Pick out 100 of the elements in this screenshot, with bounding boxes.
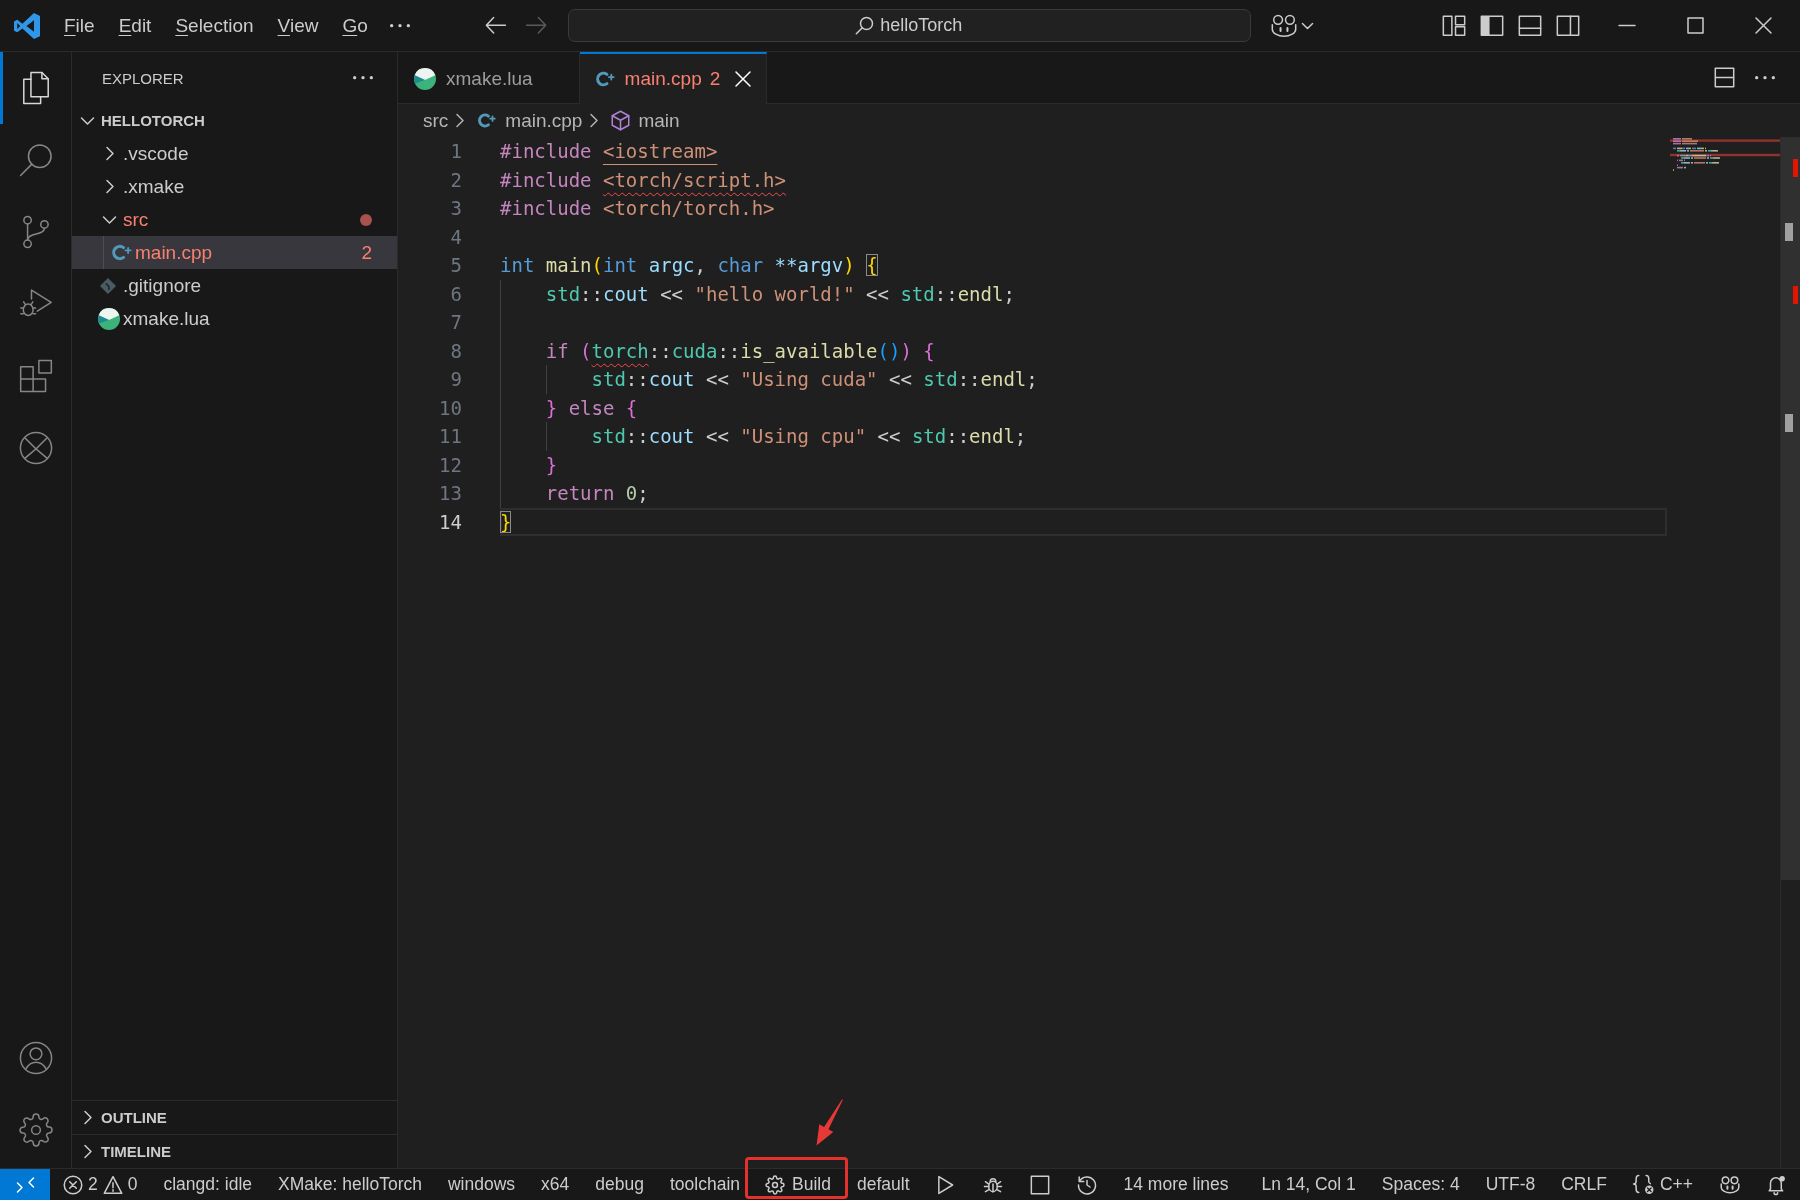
play-icon[interactable]: [937, 1175, 956, 1194]
code-line: if (torch::cuda::is_available()) {: [544, 339, 935, 362]
tree-item[interactable]: xmake.lua: [72, 302, 397, 335]
more-icon[interactable]: [389, 23, 410, 28]
bracket-match-marker: [1785, 222, 1793, 241]
warning-icon: [103, 1175, 122, 1194]
breadcrumb-item[interactable]: src: [423, 109, 449, 132]
status-bar-item[interactable]: default: [845, 1169, 922, 1200]
chevron-icon: [456, 114, 465, 127]
scrollbar-thumb[interactable]: [1781, 137, 1800, 880]
code-line: } else {: [544, 396, 638, 419]
c-plus-file-icon: [595, 72, 615, 86]
status-bar-item[interactable]: UTF-8: [1473, 1169, 1548, 1200]
sidebar-left-icon[interactable]: [1481, 15, 1503, 36]
menu-item[interactable]: Edit: [106, 7, 164, 44]
layout-icon[interactable]: [1443, 15, 1465, 36]
line-number: 1: [449, 139, 462, 164]
diamond-file-icon: [100, 277, 116, 294]
chevron-down-icon[interactable]: [1301, 22, 1313, 29]
tree-item[interactable]: .xmake: [72, 170, 397, 203]
status-bar-item[interactable]: x64: [529, 1169, 582, 1200]
status-bar-item[interactable]: CRLF: [1549, 1169, 1619, 1200]
code-line: std::cout << "Using cuda" << std::endl;: [590, 368, 1038, 390]
problem-count: 2: [361, 241, 372, 264]
line-number: 9: [449, 367, 462, 392]
line-number: 11: [438, 424, 462, 449]
status-bar-item[interactable]: 14 more lines: [1111, 1169, 1241, 1200]
line-number: 7: [449, 310, 462, 335]
remote-button[interactable]: [0, 1169, 50, 1200]
history-icon[interactable]: [1078, 1175, 1097, 1194]
section-header[interactable]: OUTLINE: [72, 1101, 397, 1134]
search-icon: [19, 144, 52, 176]
line-number: 8: [449, 338, 462, 364]
status-bar-item[interactable]: toolchain: [658, 1169, 753, 1200]
status-bar-item[interactable]: windows: [436, 1169, 528, 1200]
problems-indicator[interactable]: 2 0: [52, 1169, 150, 1200]
search-icon: [856, 17, 874, 34]
tree-item[interactable]: src: [72, 203, 397, 236]
more-icon[interactable]: [1755, 75, 1775, 80]
code-line: }: [544, 453, 558, 476]
crossed-circle-icon: [19, 432, 52, 464]
status-bar-item[interactable]: Spaces: 4: [1369, 1169, 1472, 1200]
robot-face-icon[interactable]: [1271, 14, 1296, 37]
code-line: }: [500, 510, 512, 533]
code-line: #include <torch/torch.h>: [500, 197, 775, 219]
account-icon[interactable]: [19, 1042, 52, 1074]
minimap-drawing[interactable]: [1670, 137, 1780, 173]
close-icon[interactable]: [1755, 18, 1771, 33]
bracket-match-marker: [1785, 413, 1793, 432]
line-number: 10: [438, 395, 462, 421]
menu-item[interactable]: Go: [330, 7, 380, 44]
code-line: int main(int argc, char **argv) {: [500, 254, 878, 276]
code-line: return 0;: [544, 482, 649, 504]
sidebar-right-icon[interactable]: [1557, 15, 1579, 36]
status-bar-item[interactable]: Ln 14, Col 1: [1249, 1169, 1368, 1200]
menu-item[interactable]: File: [52, 7, 107, 44]
bell-icon[interactable]: [1767, 1175, 1786, 1194]
panel-bottom-icon[interactable]: [1519, 15, 1541, 36]
status-bar-item[interactable]: debug: [583, 1169, 656, 1200]
section-header[interactable]: TIMELINE: [72, 1135, 397, 1168]
line-number: 13: [438, 481, 462, 506]
tree-item[interactable]: .vscode: [72, 137, 397, 170]
menu-item[interactable]: Selection: [163, 7, 266, 44]
build-button[interactable]: Build: [754, 1169, 843, 1200]
line-number: 12: [438, 452, 462, 478]
minimize-icon[interactable]: [1619, 24, 1635, 27]
editor-tab[interactable]: xmake.lua: [398, 52, 580, 103]
language-mode-button[interactable]: C++: [1620, 1169, 1705, 1200]
command-center[interactable]: helloTorch: [567, 9, 1251, 42]
code-line: std::cout << "Using cpu" << std::endl;: [590, 425, 1027, 447]
cube-icon: [612, 111, 630, 130]
menu-item[interactable]: View: [265, 7, 331, 44]
more-icon[interactable]: [353, 76, 373, 80]
arrow-left-icon[interactable]: [485, 17, 506, 34]
c-plus-file-icon: [478, 114, 497, 127]
tree-item[interactable]: main.cpp 2: [72, 236, 397, 269]
error-marker: [1793, 286, 1798, 305]
sidebar-title: EXPLORER: [102, 69, 184, 87]
breadcrumb-item[interactable]: main.cpp: [478, 109, 583, 132]
bug-icon[interactable]: [984, 1175, 1003, 1194]
error-marker: [1793, 159, 1798, 178]
line-number: 3: [449, 196, 462, 221]
maximize-icon[interactable]: [1687, 18, 1703, 33]
gear-icon[interactable]: [19, 1114, 52, 1146]
error-icon: [64, 1175, 82, 1194]
annotation-arrow: [816, 1099, 844, 1146]
status-bar-item[interactable]: XMake: helloTorch: [266, 1169, 434, 1200]
robot-face-icon[interactable]: [1720, 1175, 1739, 1194]
line-number: 5: [449, 253, 462, 278]
section-header[interactable]: HELLOTORCH: [72, 104, 397, 137]
editor-tab[interactable]: main.cpp 2: [579, 52, 768, 104]
status-bar-item[interactable]: clangd: idle: [151, 1169, 264, 1200]
braces-icon: [1632, 1175, 1654, 1194]
line-number: 6: [449, 281, 462, 307]
code-line: #include <torch/script.h>: [500, 168, 786, 191]
tree-item[interactable]: .gitignore: [72, 269, 397, 302]
stop-icon[interactable]: [1031, 1175, 1050, 1194]
breadcrumb-item[interactable]: main: [612, 109, 680, 132]
chevron-icon: [590, 114, 599, 127]
split-editor-icon[interactable]: [1715, 68, 1734, 87]
